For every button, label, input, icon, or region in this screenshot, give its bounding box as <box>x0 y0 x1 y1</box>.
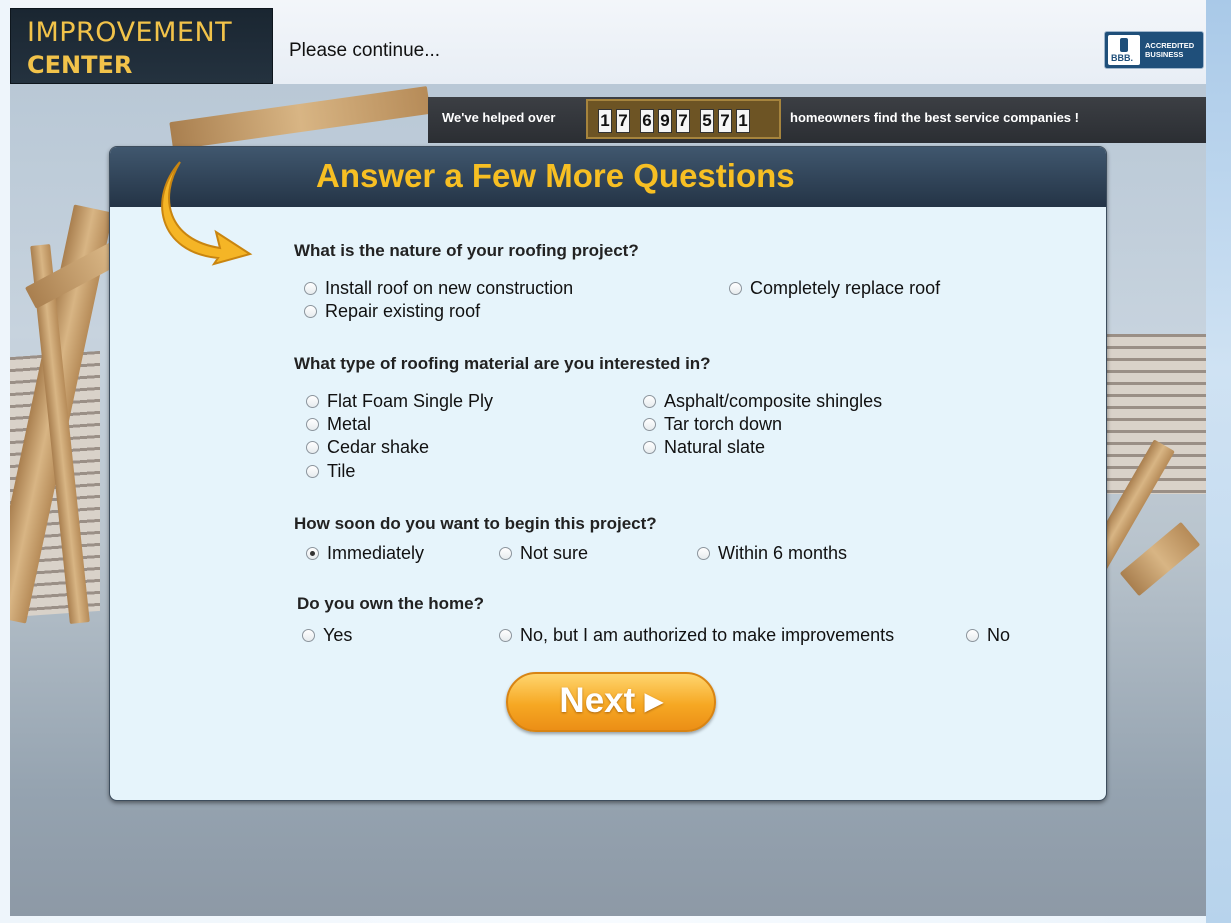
counter-digit: 9 <box>658 109 672 133</box>
radio-button[interactable] <box>306 441 319 454</box>
card-header: Answer a Few More Questions <box>110 147 1106 207</box>
option-label: Tile <box>327 461 356 481</box>
continue-message: Please continue... <box>289 40 441 61</box>
radio-button[interactable] <box>499 629 512 642</box>
curved-arrow-icon <box>161 161 253 266</box>
option-label: Cedar shake <box>327 437 430 457</box>
option-within-6-months[interactable]: Within 6 months <box>697 543 847 564</box>
option-flat-foam[interactable]: Flat Foam Single Ply <box>306 391 493 412</box>
bbb-seal-text: BBB. <box>1111 53 1133 63</box>
option-label: Not sure <box>520 543 589 563</box>
option-metal[interactable]: Metal <box>306 414 371 435</box>
option-not-sure[interactable]: Not sure <box>499 543 588 564</box>
bbb-torch-icon: BBB. <box>1108 35 1140 65</box>
option-repair-existing[interactable]: Repair existing roof <box>304 301 480 322</box>
bbb-line-2: BUSINESS <box>1145 50 1184 59</box>
counter-digit: 7 <box>718 109 732 133</box>
stats-suffix: homeowners find the best service compani… <box>790 110 1079 125</box>
option-label: Natural slate <box>664 437 766 457</box>
option-label: Repair existing roof <box>325 301 481 321</box>
option-label: No, but I am authorized to make improvem… <box>520 625 895 645</box>
counter-digit: 5 <box>700 109 714 133</box>
radio-button[interactable] <box>304 305 317 318</box>
option-install-new-construction[interactable]: Install roof on new construction <box>304 278 573 299</box>
radio-button-selected[interactable] <box>306 547 319 560</box>
counter-digit: 7 <box>676 109 690 133</box>
radio-button[interactable] <box>304 282 317 295</box>
bbb-accredited-badge[interactable]: BBB. ACCREDITED BUSINESS <box>1104 31 1204 69</box>
question-own-home: Do you own the home? <box>297 594 484 613</box>
bbb-line-1: ACCREDITED <box>1145 41 1195 50</box>
option-label: Completely replace roof <box>750 278 941 298</box>
option-label: Yes <box>323 625 353 645</box>
option-immediately[interactable]: Immediately <box>306 543 424 564</box>
option-label: Immediately <box>327 543 425 563</box>
counter-digit: 1 <box>736 109 750 133</box>
radio-button[interactable] <box>306 465 319 478</box>
page-edge <box>1206 0 1231 923</box>
option-label: Within 6 months <box>718 543 848 563</box>
radio-button[interactable] <box>729 282 742 295</box>
radio-button[interactable] <box>306 418 319 431</box>
site-logo[interactable]: IMPROVEMENT CENTER <box>10 8 273 84</box>
option-tile[interactable]: Tile <box>306 461 355 482</box>
option-label: Flat Foam Single Ply <box>327 391 494 411</box>
stats-prefix: We've helped over <box>442 110 556 125</box>
homeowner-counter: 1 7 6 9 7 5 7 1 <box>586 99 781 139</box>
logo-line-1: IMPROVEMENT <box>27 17 233 48</box>
option-own-no[interactable]: No <box>966 625 1010 646</box>
radio-button[interactable] <box>697 547 710 560</box>
bbb-accredited-text: ACCREDITED BUSINESS <box>1145 41 1194 59</box>
radio-button[interactable] <box>643 441 656 454</box>
option-own-yes[interactable]: Yes <box>302 625 352 646</box>
option-tar-torch-down[interactable]: Tar torch down <box>643 414 782 435</box>
option-natural-slate[interactable]: Natural slate <box>643 437 765 458</box>
option-label: Tar torch down <box>664 414 783 434</box>
option-asphalt-shingles[interactable]: Asphalt/composite shingles <box>643 391 882 412</box>
option-cedar-shake[interactable]: Cedar shake <box>306 437 429 458</box>
logo-line-2: CENTER <box>27 51 133 79</box>
option-label: Install roof on new construction <box>325 278 574 298</box>
radio-button[interactable] <box>302 629 315 642</box>
next-button[interactable]: Next ▸ <box>506 672 716 732</box>
counter-digit: 6 <box>640 109 654 133</box>
question-roofing-project: What is the nature of your roofing proje… <box>294 241 639 260</box>
counter-digit: 1 <box>598 109 612 133</box>
option-label: Asphalt/composite shingles <box>664 391 883 411</box>
option-authorized[interactable]: No, but I am authorized to make improvem… <box>499 625 894 646</box>
option-completely-replace[interactable]: Completely replace roof <box>729 278 940 299</box>
option-label: Metal <box>327 414 372 434</box>
radio-button[interactable] <box>306 395 319 408</box>
radio-button[interactable] <box>966 629 979 642</box>
radio-button[interactable] <box>643 395 656 408</box>
radio-button[interactable] <box>499 547 512 560</box>
question-roofing-material: What type of roofing material are you in… <box>294 354 711 373</box>
radio-button[interactable] <box>643 418 656 431</box>
question-project-timing: How soon do you want to begin this proje… <box>294 514 657 533</box>
option-label: No <box>987 625 1011 645</box>
counter-digit: 7 <box>616 109 630 133</box>
page-title: Answer a Few More Questions <box>316 157 795 194</box>
